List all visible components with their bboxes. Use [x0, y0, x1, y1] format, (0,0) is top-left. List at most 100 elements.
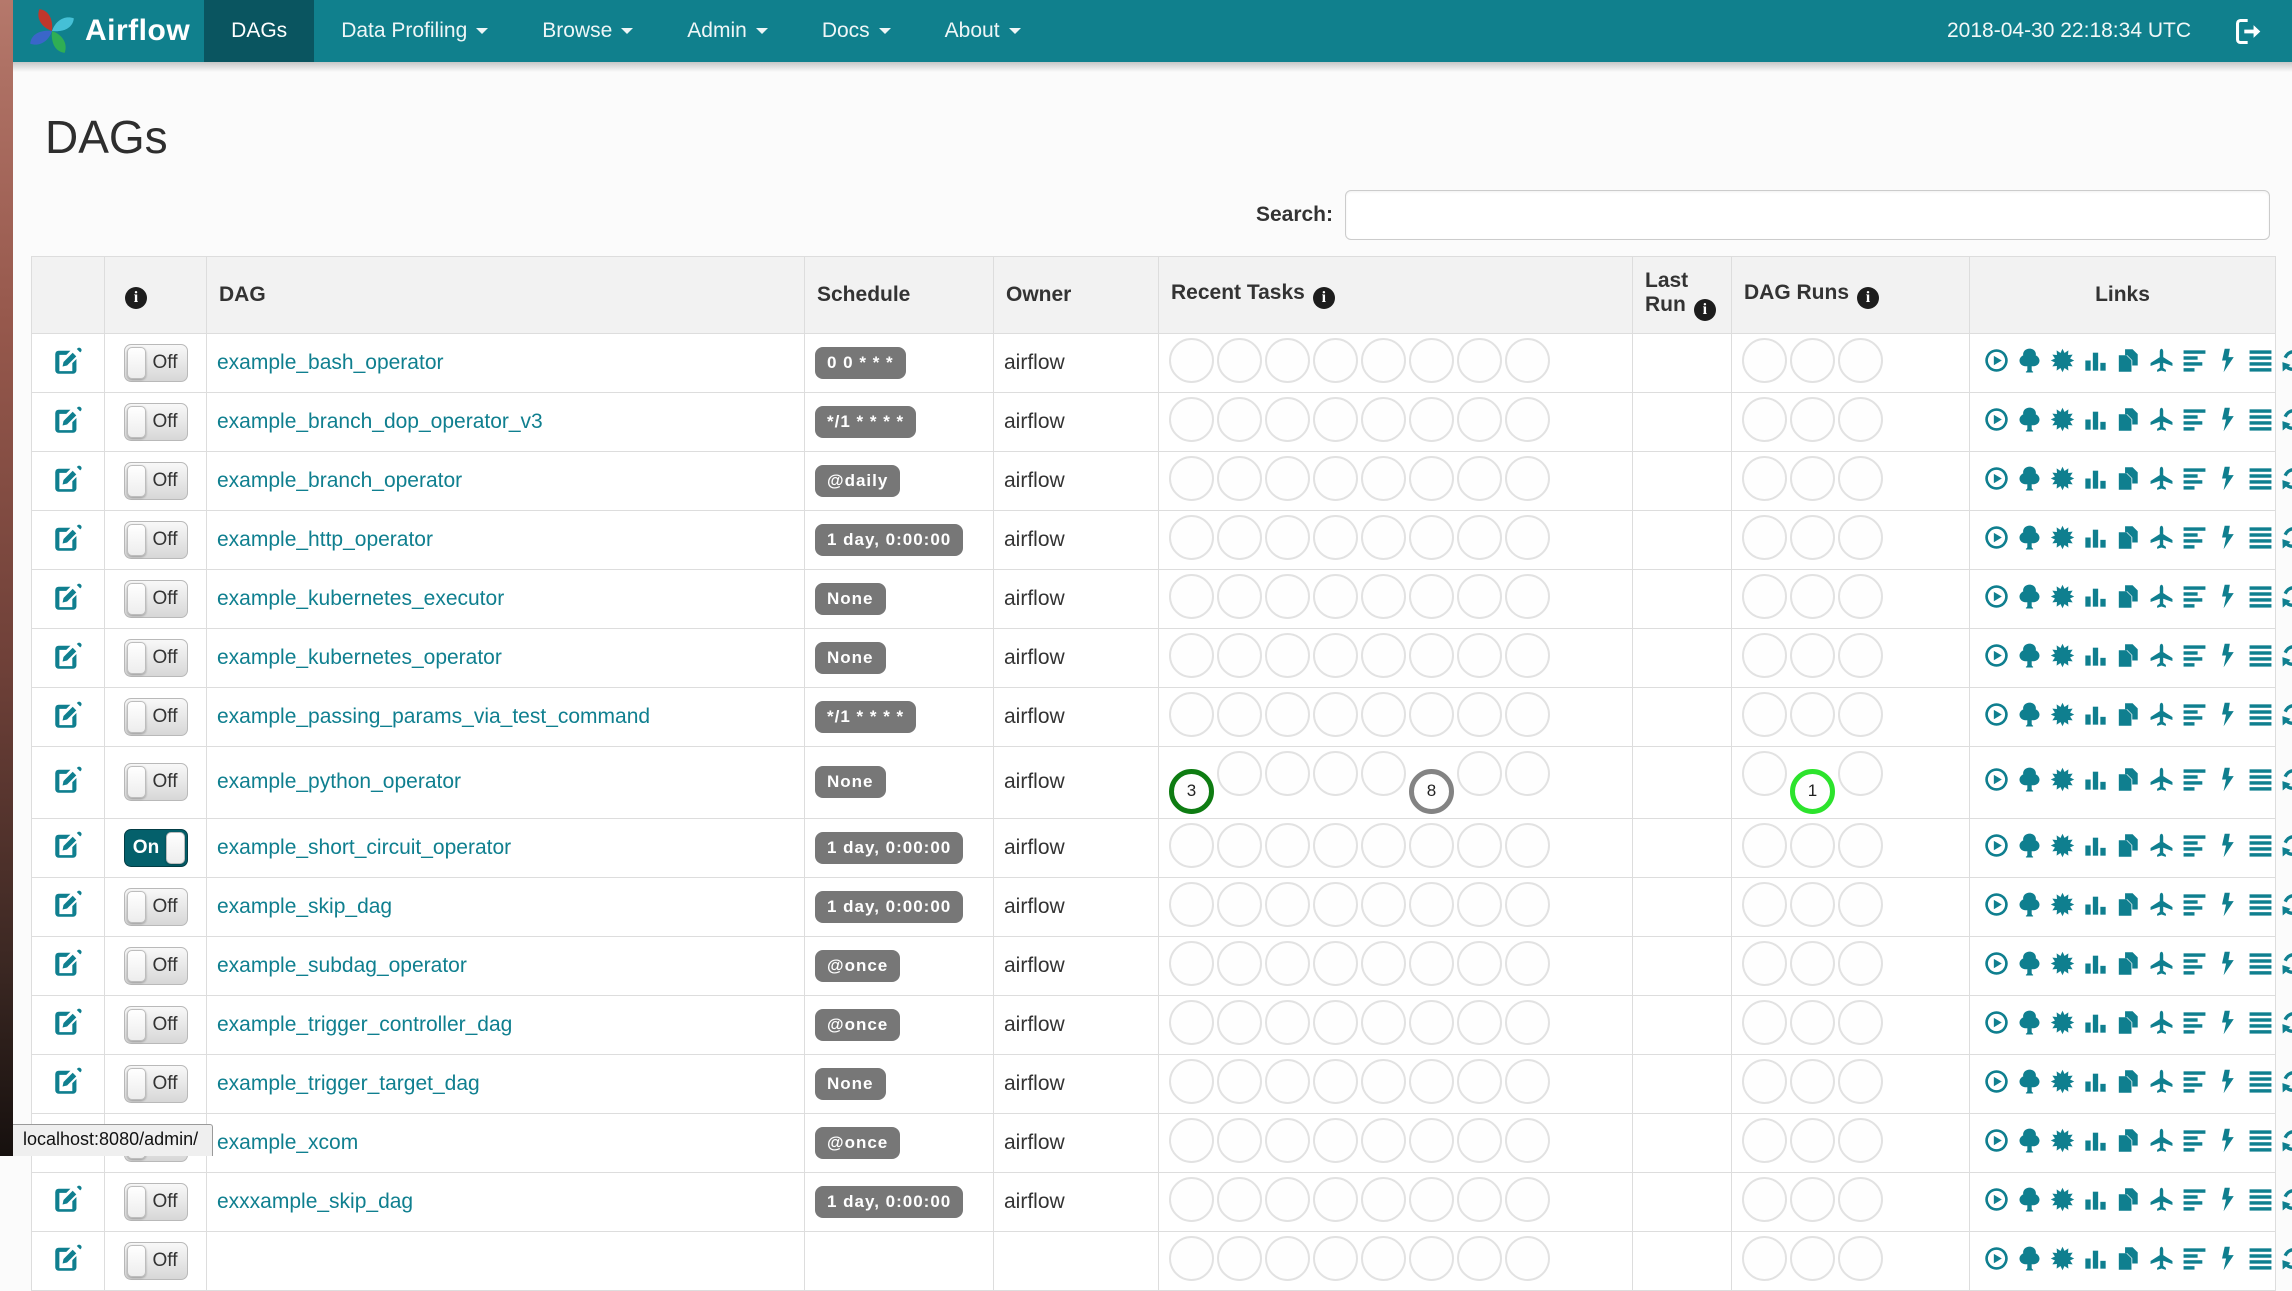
dag-edit-link[interactable] [53, 1243, 83, 1273]
task-tries-link[interactable] [2116, 892, 2141, 917]
trigger-dag-link[interactable] [1984, 584, 2009, 609]
dag-pause-toggle[interactable]: Off [123, 639, 188, 677]
refresh-link[interactable] [2281, 1010, 2292, 1035]
graph-view-link[interactable] [2050, 643, 2075, 668]
landing-times-link[interactable] [2149, 1010, 2174, 1035]
dag-details-link[interactable] [2248, 951, 2273, 976]
landing-times-link[interactable] [2149, 1128, 2174, 1153]
trigger-dag-link[interactable] [1984, 407, 2009, 432]
code-view-link[interactable] [2215, 1187, 2240, 1212]
dag-pause-toggle[interactable]: Off [123, 1241, 188, 1280]
dag-edit-link[interactable] [53, 830, 83, 860]
tree-view-link[interactable] [2017, 1128, 2042, 1153]
task-duration-link[interactable] [2083, 1069, 2108, 1094]
graph-view-link[interactable] [2050, 1010, 2075, 1035]
graph-view-link[interactable] [2050, 1069, 2075, 1094]
dag-pause-toggle[interactable]: Off [123, 1182, 188, 1221]
dag-edit-link[interactable] [53, 948, 83, 978]
dag-details-link[interactable] [2248, 892, 2273, 917]
trigger-dag-link[interactable] [1984, 1246, 2009, 1271]
gantt-view-link[interactable] [2182, 584, 2207, 609]
dag-edit-link[interactable] [53, 1184, 83, 1214]
code-view-link[interactable] [2215, 702, 2240, 727]
task-duration-link[interactable] [2083, 833, 2108, 858]
code-view-link[interactable] [2215, 348, 2240, 373]
refresh-link[interactable] [2281, 407, 2292, 432]
landing-times-link[interactable] [2149, 951, 2174, 976]
tree-view-link[interactable] [2017, 466, 2042, 491]
dag-link[interactable]: example_kubernetes_executor [217, 587, 504, 610]
task-duration-link[interactable] [2083, 466, 2108, 491]
code-view-link[interactable] [2215, 407, 2240, 432]
nav-item-dags[interactable]: DAGs [204, 0, 315, 62]
task-duration-link[interactable] [2083, 1010, 2108, 1035]
dag-edit-link[interactable] [53, 641, 83, 671]
landing-times-link[interactable] [2149, 466, 2174, 491]
refresh-link[interactable] [2281, 767, 2292, 792]
dag-pause-toggle[interactable]: Off [123, 1064, 188, 1103]
dag-edit-link[interactable] [53, 1066, 83, 1096]
trigger-dag-link[interactable] [1984, 1128, 2009, 1153]
dag-pause-toggle[interactable]: Off [123, 946, 188, 985]
tree-view-link[interactable] [2017, 1187, 2042, 1212]
refresh-link[interactable] [2281, 643, 2292, 668]
refresh-link[interactable] [2281, 833, 2292, 858]
task-tries-link[interactable] [2116, 525, 2141, 550]
task-duration-link[interactable] [2083, 1128, 2108, 1153]
code-view-link[interactable] [2215, 1128, 2240, 1153]
dag-link[interactable]: example_trigger_controller_dag [217, 1013, 512, 1036]
trigger-dag-link[interactable] [1984, 348, 2009, 373]
dag-edit-link[interactable] [53, 1007, 83, 1037]
code-view-link[interactable] [2215, 951, 2240, 976]
dag-edit-link[interactable] [53, 889, 83, 919]
refresh-link[interactable] [2281, 1246, 2292, 1271]
refresh-link[interactable] [2281, 466, 2292, 491]
landing-times-link[interactable] [2149, 892, 2174, 917]
trigger-dag-link[interactable] [1984, 767, 2009, 792]
dag-link[interactable]: example_short_circuit_operator [217, 836, 511, 859]
gantt-view-link[interactable] [2182, 1128, 2207, 1153]
trigger-dag-link[interactable] [1984, 1187, 2009, 1212]
logout-icon[interactable] [2235, 18, 2262, 45]
dag-link[interactable]: example_passing_params_via_test_command [217, 705, 650, 728]
tree-view-link[interactable] [2017, 643, 2042, 668]
task-duration-link[interactable] [2083, 348, 2108, 373]
task-tries-link[interactable] [2116, 466, 2141, 491]
trigger-dag-link[interactable] [1984, 466, 2009, 491]
dag-pause-toggle[interactable]: On [123, 828, 188, 867]
dag-pause-toggle[interactable]: Off [123, 462, 188, 500]
landing-times-link[interactable] [2149, 1069, 2174, 1094]
dag-pause-toggle[interactable]: Off [123, 763, 188, 802]
dag-pause-toggle[interactable]: Off [123, 580, 188, 618]
gantt-view-link[interactable] [2182, 348, 2207, 373]
task-duration-link[interactable] [2083, 407, 2108, 432]
task-tries-link[interactable] [2116, 702, 2141, 727]
graph-view-link[interactable] [2050, 348, 2075, 373]
task-tries-link[interactable] [2116, 1187, 2141, 1212]
nav-item-browse[interactable]: Browse [515, 0, 660, 62]
gantt-view-link[interactable] [2182, 525, 2207, 550]
gantt-view-link[interactable] [2182, 1187, 2207, 1212]
refresh-link[interactable] [2281, 525, 2292, 550]
graph-view-link[interactable] [2050, 767, 2075, 792]
dag-pause-toggle[interactable]: Off [123, 1005, 188, 1044]
task-duration-link[interactable] [2083, 892, 2108, 917]
task-duration-link[interactable] [2083, 1187, 2108, 1212]
landing-times-link[interactable] [2149, 407, 2174, 432]
code-view-link[interactable] [2215, 466, 2240, 491]
gantt-view-link[interactable] [2182, 1069, 2207, 1094]
dag-link[interactable]: example_kubernetes_operator [217, 646, 502, 669]
tree-view-link[interactable] [2017, 1246, 2042, 1271]
gantt-view-link[interactable] [2182, 951, 2207, 976]
landing-times-link[interactable] [2149, 584, 2174, 609]
dag-link[interactable]: example_skip_dag [217, 895, 392, 918]
dag-link[interactable]: example_bash_operator [217, 351, 444, 374]
gantt-view-link[interactable] [2182, 643, 2207, 668]
task-tries-link[interactable] [2116, 1128, 2141, 1153]
dag-link[interactable]: example_http_operator [217, 528, 433, 551]
landing-times-link[interactable] [2149, 702, 2174, 727]
graph-view-link[interactable] [2050, 833, 2075, 858]
dag-details-link[interactable] [2248, 348, 2273, 373]
task-duration-link[interactable] [2083, 702, 2108, 727]
dag-details-link[interactable] [2248, 407, 2273, 432]
